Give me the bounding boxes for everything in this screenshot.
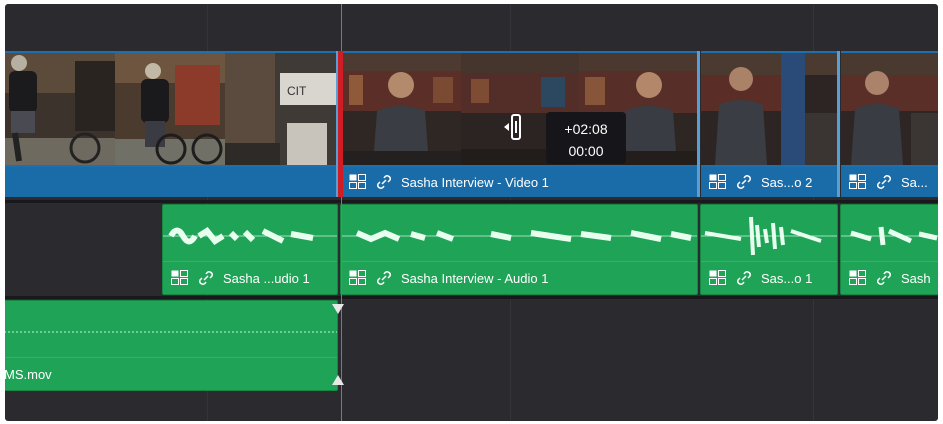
clip-label: Sash [901, 270, 931, 286]
link-icon [736, 270, 752, 286]
clip-label-bar [5, 167, 336, 197]
audio-clip[interactable]: MS.mov [5, 300, 338, 391]
thumbnail-image [5, 53, 115, 165]
thumbnail-image [841, 53, 938, 165]
track-separator [5, 200, 938, 203]
video-clip[interactable]: Sa... [841, 51, 938, 197]
clip-label: Sa... [901, 174, 928, 190]
audio-waveform [341, 229, 697, 243]
edit-point-marker [338, 51, 343, 197]
link-icon [376, 174, 392, 190]
thumbnail-image: CIT [225, 53, 336, 165]
track-separator [5, 296, 938, 299]
link-icon [376, 270, 392, 286]
clip-label: MS.mov [5, 366, 52, 382]
clip-thumbnails: CIT [5, 53, 336, 165]
clip-label-bar: Sasha Interview - Audio 1 [341, 261, 697, 294]
clip-type-icon [341, 174, 367, 190]
clip-thumbnails [341, 53, 697, 165]
timeline[interactable]: CIT Sasha Interview - Video 1 Sas...o 2 … [5, 4, 938, 421]
clip-label-bar: Sas...o 1 [701, 261, 837, 294]
clip-type-icon [841, 270, 867, 286]
clip-boundary[interactable] [837, 51, 840, 197]
clip-label: Sasha Interview - Video 1 [401, 174, 549, 190]
audio-clip[interactable]: Sasha Interview - Audio 1 [340, 204, 698, 295]
clip-label: Sasha Interview - Audio 1 [401, 270, 549, 286]
clip-label-bar: Sas...o 2 [701, 167, 837, 197]
clip-label-bar: MS.mov [5, 357, 337, 390]
trim-tooltip: +02:08 00:00 [546, 112, 626, 164]
audio-clip[interactable]: Sash [840, 204, 938, 295]
clip-label-bar: Sasha ...udio 1 [163, 261, 337, 294]
clip-label-bar: Sa... [841, 167, 938, 197]
clip-label-bar: Sasha Interview - Video 1 [341, 167, 697, 197]
trim-duration: 00:00 [568, 143, 604, 159]
clip-type-icon [841, 174, 867, 190]
audio-waveform [841, 226, 938, 246]
video-clip[interactable]: CIT [5, 51, 336, 197]
audio-waveform [5, 331, 337, 333]
audio-waveform [163, 227, 337, 245]
clip-thumbnails [841, 53, 938, 165]
clip-boundary[interactable] [697, 51, 700, 197]
trim-cursor-icon [503, 114, 527, 140]
clip-type-icon [163, 270, 189, 286]
thumbnail-image [115, 53, 225, 165]
video-clip[interactable]: Sas...o 2 [701, 51, 837, 197]
clip-type-icon [341, 270, 367, 286]
clip-label: Sasha ...udio 1 [223, 270, 310, 286]
edit-point-bottom-triangle [332, 375, 344, 385]
audio-clip[interactable]: Sas...o 1 [700, 204, 838, 295]
thumbnail-image [701, 53, 837, 165]
link-icon [876, 270, 892, 286]
audio-waveform [701, 216, 837, 256]
clip-label: Sas...o 2 [761, 174, 813, 190]
edit-point-top-triangle [332, 304, 344, 314]
svg-text:CIT: CIT [287, 84, 307, 98]
clip-thumbnails [701, 53, 837, 165]
thumbnail-image [341, 53, 461, 165]
clip-label: Sas...o 1 [761, 270, 813, 286]
trim-offset: +02:08 [564, 121, 608, 137]
audio-clip[interactable]: Sasha ...udio 1 [162, 204, 338, 295]
link-icon [736, 174, 752, 190]
clip-type-icon [701, 174, 727, 190]
clip-type-icon [701, 270, 727, 286]
link-icon [876, 174, 892, 190]
clip-label-bar: Sash [841, 261, 938, 294]
link-icon [198, 270, 214, 286]
